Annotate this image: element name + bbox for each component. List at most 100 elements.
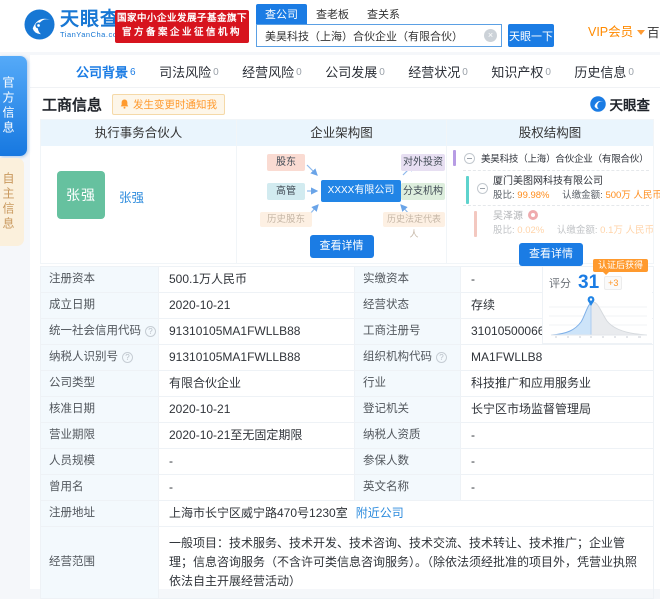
field-label: 成立日期 xyxy=(41,293,159,318)
equity-structure-panel: 股权结构图 美昊科技（上海）合伙企业（有限合伙） 厦门美图网科技有限公司 股比:… xyxy=(447,120,660,266)
nearby-companies-link[interactable]: 附近公司 xyxy=(356,506,404,520)
field-label: 人员规模 xyxy=(41,449,159,474)
sidebar-tab-official-info[interactable]: 官方信息 xyxy=(0,56,27,156)
field-label: 英文名称 xyxy=(355,475,461,500)
brand-logo-icon xyxy=(589,96,606,112)
main-card: 公司背景 6 司法风险 0 经营风险 0 公司发展 0 经营状况 0 知识产权 0 历史信息… xyxy=(30,55,660,599)
field-label: 统一社会信用代码? xyxy=(41,319,159,344)
field-value: 一般项目：技术服务、技术开发、技术咨询、技术交流、技术转让、技术推广；企业管理；… xyxy=(169,536,638,588)
equity-structure-header: 股权结构图 xyxy=(447,120,653,146)
tab-judicial-risk[interactable]: 司法风险 0 xyxy=(159,62,219,81)
table-row: 人员规模 - 参保人数 - xyxy=(41,449,653,475)
clipped-menu-item[interactable]: 百 xyxy=(647,22,660,41)
equity-tree: 美昊科技（上海）合伙企业（有限合伙） 厦门美图网科技有限公司 股比: 99.98… xyxy=(453,148,660,266)
field-value: 2020-10-21 xyxy=(159,293,355,318)
node-outbound-investment[interactable]: 对外投资 xyxy=(401,154,445,171)
section-title: 工商信息 xyxy=(42,96,103,114)
tab-operation-risk[interactable]: 经营风险 0 xyxy=(242,62,302,81)
field-value: 2020-10-21 xyxy=(159,397,355,422)
field-value: 91310105MA1FWLLB88 xyxy=(159,345,355,370)
top-header: 天眼查 TianYanCha.com 国家中小企业发展子基金旗下 官方备案企业征… xyxy=(0,0,660,52)
field-value: 长宁区市场监督管理局 xyxy=(471,402,592,416)
child-color-bar xyxy=(466,176,469,204)
field-label: 营业期限 xyxy=(41,423,159,448)
tab-company-background[interactable]: 公司背景 6 xyxy=(76,62,136,81)
node-history-shareholders[interactable]: 历史股东 xyxy=(260,212,312,227)
equity-view-details-button[interactable]: 查看详情 xyxy=(519,243,583,266)
field-value: - xyxy=(471,454,475,468)
root-color-bar xyxy=(453,150,456,166)
cert-line1: 国家中小企业发展子基金旗下 xyxy=(116,13,247,24)
company-nav-tabs: 公司背景 6 司法风险 0 经营风险 0 公司发展 0 经营状况 0 知识产权 0 历史信息… xyxy=(30,55,660,88)
equity-root-company[interactable]: 美昊科技（上海）合伙企业（有限合伙） xyxy=(481,151,649,165)
company-score-widget: 认证后获得 评分 31 +3 xyxy=(542,259,652,344)
field-value: MA1FWLLB8 xyxy=(471,350,543,364)
node-shareholders[interactable]: 股东 xyxy=(267,154,305,171)
equity-shareholder-person[interactable]: 吴泽源 xyxy=(493,211,523,222)
score-value: 31 xyxy=(578,272,600,293)
tab-operation-status[interactable]: 经营状况 0 xyxy=(408,62,468,81)
field-label: 核准日期 xyxy=(41,397,159,422)
help-icon[interactable]: ? xyxy=(145,326,156,337)
field-label: 纳税人识别号? xyxy=(41,345,159,370)
node-history-legal-rep[interactable]: 历史法定代表人 xyxy=(383,212,445,239)
seal-icon xyxy=(528,210,538,220)
notify-on-change-button[interactable]: 发生变更时通知我 xyxy=(112,93,226,115)
vip-label: VIP会员 xyxy=(588,25,634,39)
field-value: 2020-10-21至无固定期限 xyxy=(159,423,355,448)
partner-name-link[interactable]: 张强 xyxy=(119,187,144,206)
field-label: 登记机关 xyxy=(355,397,461,422)
tab-intellectual-property[interactable]: 知识产权 0 xyxy=(491,62,551,81)
vip-member-menu[interactable]: VIP会员 xyxy=(588,21,646,40)
search-input[interactable] xyxy=(256,24,502,47)
table-row-address: 注册地址 上海市长宁区威宁路470号1230室 附近公司 xyxy=(41,501,653,527)
field-label: 公司类型 xyxy=(41,371,159,396)
node-company-center[interactable]: XXXX有限公司 xyxy=(321,180,401,202)
sidebar-tab-self-info[interactable]: 自主信息 xyxy=(0,158,24,246)
collapse-icon[interactable] xyxy=(477,183,488,194)
tab-history-info[interactable]: 历史信息 0 xyxy=(574,62,634,81)
field-label: 工商注册号 xyxy=(355,319,461,344)
divider xyxy=(463,205,649,206)
field-value: 91310105MA1FWLLB88 xyxy=(159,319,355,344)
search-tabs: 查公司 查老板 查关系 xyxy=(256,4,554,24)
org-view-details-button[interactable]: 查看详情 xyxy=(309,235,374,258)
help-icon[interactable]: ? xyxy=(436,352,447,363)
field-value: 有限合伙企业 xyxy=(159,371,355,396)
field-value: - xyxy=(159,475,355,500)
table-row: 纳税人识别号? 91310105MA1FWLLB88 组织机构代码? MA1FW… xyxy=(41,345,653,371)
field-value: 科技推广和应用服务业 xyxy=(471,376,592,390)
unlock-after-verify-badge[interactable]: 认证后获得 xyxy=(592,259,648,275)
search-area: 查公司 查老板 查关系 × 天眼一下 xyxy=(256,4,554,47)
cert-line2: 官方备案企业征信机构 xyxy=(121,27,242,38)
equity-shareholder2-detail: 股比: 0.02% 认缴金额: 0.1万 人民币 xyxy=(493,225,654,236)
clear-icon[interactable]: × xyxy=(484,29,497,42)
node-executives[interactable]: 高管 xyxy=(267,183,305,200)
notify-label: 发生变更时通知我 xyxy=(133,98,218,111)
search-tab-relation[interactable]: 查关系 xyxy=(358,4,409,24)
chevron-down-icon xyxy=(637,30,646,35)
collapse-icon[interactable] xyxy=(464,152,475,164)
divider xyxy=(463,170,649,171)
search-button[interactable]: 天眼一下 xyxy=(508,24,554,47)
equity-shareholder-company[interactable]: 厦门美图网科技有限公司 xyxy=(493,174,649,189)
tab-company-development[interactable]: 公司发展 0 xyxy=(325,62,385,81)
field-value: 500.1万人民币 xyxy=(159,267,355,292)
org-structure-panel: 企业架构图 股东 高管 历史股东 XXXX有限公司 对外投资 分支机构 历史法定… xyxy=(237,120,447,263)
field-label: 注册资本 xyxy=(41,267,159,292)
table-row-business-scope: 经营范围 一般项目：技术服务、技术开发、技术咨询、技术交流、技术转让、技术推广；… xyxy=(41,527,653,599)
search-tab-boss[interactable]: 查老板 xyxy=(307,4,358,24)
tianyancha-logo[interactable]: 天眼查 TianYanCha.com xyxy=(24,9,124,40)
field-label: 经营状态 xyxy=(355,293,461,318)
field-label: 实缴资本 xyxy=(355,267,461,292)
table-row: 曾用名 - 英文名称 - xyxy=(41,475,653,501)
help-icon[interactable]: ? xyxy=(122,352,133,363)
table-row: 营业期限 2020-10-21至无固定期限 纳税人资质 - xyxy=(41,423,653,449)
score-delta-badge: +3 xyxy=(604,276,623,290)
partner-avatar[interactable]: 张强 xyxy=(57,171,105,219)
tianyancha-logo-icon xyxy=(24,9,55,40)
search-tab-company[interactable]: 查公司 xyxy=(256,4,307,24)
equity-shareholder-detail: 股比: 99.98% 认缴金额: 500万 人民币 xyxy=(493,190,660,201)
overview-panels: 执行事务合伙人 张强 张强 企业架构图 股东 高管 历史股东 XXXX有限公司 … xyxy=(40,119,660,266)
node-branches[interactable]: 分支机构 xyxy=(401,183,445,200)
